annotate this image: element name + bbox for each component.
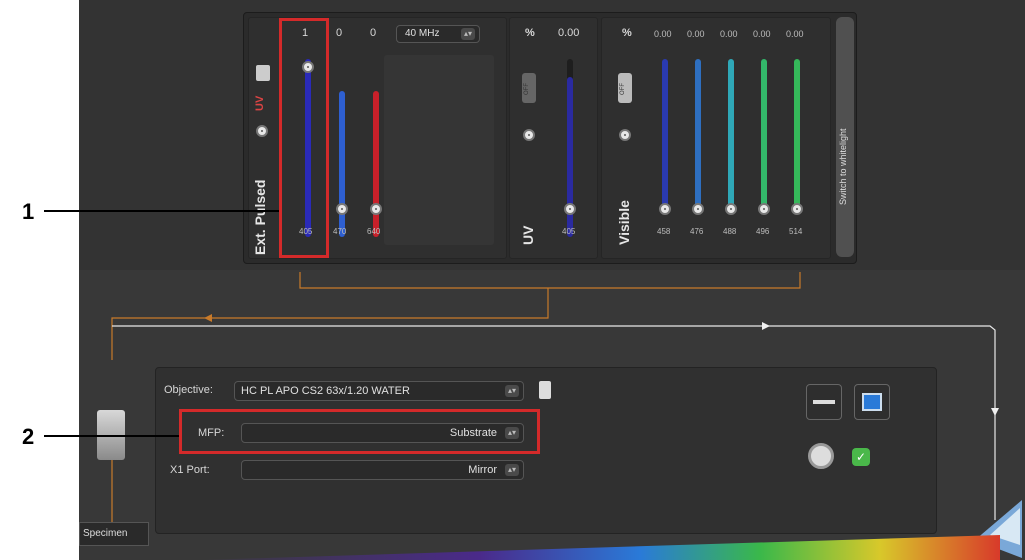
specimen-box: Specimen [79,522,149,546]
x1-port-label: X1 Port: [170,464,210,476]
beam-arrow-icon [762,322,770,330]
objective-value: HC PL APO CS2 63x/1.20 WATER [241,385,410,397]
confirm-check-icon[interactable]: ✓ [852,448,870,466]
filter-block-icon [813,400,835,404]
filter-wheel-icon[interactable] [808,443,834,469]
beam-line [299,272,801,289]
callout-2-line [44,435,179,437]
x1-port-value: Mirror [468,464,497,476]
chevron-updown-icon: ▴▾ [505,385,519,397]
filter-block-button[interactable] [806,384,842,420]
callout-2-highlight [179,409,540,454]
beam-arrow-icon [991,408,999,416]
spectrum-band [200,535,1000,560]
chevron-updown-icon: ▴▾ [505,464,519,476]
objective-label: Objective: [164,384,213,396]
objective-select[interactable]: HC PL APO CS2 63x/1.20 WATER ▴▾ [234,381,524,401]
x1-port-select[interactable]: Mirror ▴▾ [241,460,524,480]
callout-1-highlight [279,18,329,258]
cube-button[interactable] [854,384,890,420]
cube-icon [862,393,882,411]
objective-info-icon[interactable] [539,381,551,399]
callout-1-line [44,210,279,212]
callout-2-number: 2 [22,424,35,449]
beam-line [111,288,549,360]
specimen-label: Specimen [83,528,128,539]
callout-1-number: 1 [22,199,35,224]
beam-arrow-icon [204,314,212,322]
